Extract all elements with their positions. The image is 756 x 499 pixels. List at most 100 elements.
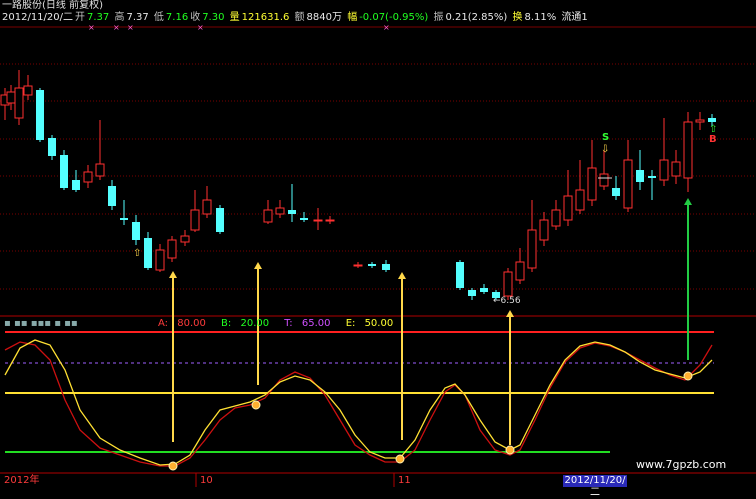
indicator-e: E: 50.00 — [345, 318, 394, 329]
top-marker: × — [383, 23, 390, 32]
watermark: www.7gpzb.com — [636, 458, 727, 471]
candle-body — [155, 249, 165, 271]
candle-body — [190, 209, 200, 231]
amplitude-value: 0.21(2.85%) — [445, 12, 508, 23]
amount-value: 8840万 — [306, 12, 342, 23]
candle-body — [623, 159, 633, 209]
low-value: 7.16 — [165, 12, 189, 23]
amount-label: 额 — [294, 12, 305, 23]
candle-body — [132, 222, 140, 240]
axis-month-11: 11 — [398, 475, 411, 486]
top-marker: × — [88, 23, 95, 32]
candle-body — [515, 261, 525, 281]
amplitude-label: 振 — [433, 12, 444, 23]
candle-body — [368, 264, 376, 266]
indicator-t: T: 65.00 — [284, 318, 331, 329]
candle-body — [23, 85, 33, 96]
candle-body — [353, 264, 363, 267]
signal-dot — [683, 371, 693, 381]
candle-body — [48, 138, 56, 156]
candle-body — [120, 218, 128, 220]
candle-body — [575, 189, 585, 211]
candle-body — [551, 209, 561, 227]
candle-body — [671, 161, 681, 177]
cursor-date-box: 2012/11/20/二 — [563, 475, 627, 498]
candle-body — [456, 262, 464, 288]
candle-body — [708, 118, 716, 122]
candle-body — [563, 195, 573, 221]
candle-body — [95, 163, 105, 177]
candle-body — [503, 271, 513, 297]
candle-body — [108, 186, 116, 206]
candle-body — [527, 229, 537, 269]
candle-body — [313, 219, 323, 222]
kline-chart[interactable]: × × × × × ⇧⇩⇧ — [0, 0, 756, 487]
indicator-menu[interactable]: ▪ ▪▪ ▪▪▪ ▪ ▪▪ — [4, 318, 78, 329]
candle-body — [275, 207, 285, 215]
change-label: 幅 — [347, 12, 358, 23]
signal-arrow-head — [254, 262, 262, 269]
signal-dot — [168, 461, 178, 471]
candle-body — [144, 238, 152, 268]
open-label: 开 — [75, 12, 86, 23]
signal-arrow-head — [169, 271, 177, 278]
candle-body — [36, 90, 44, 140]
chart-title: 一路股份(日线 前复权) — [2, 0, 103, 11]
candle-body — [587, 167, 597, 201]
float-label: 流通1 — [561, 12, 588, 23]
high-value: 7.37 — [126, 12, 149, 23]
open-value: 7.37 — [87, 12, 110, 23]
axis-month-10: 10 — [200, 475, 213, 486]
signal-arrow-head — [684, 198, 692, 205]
candle-body — [648, 176, 656, 178]
indicator-a: A: 80.00 — [158, 318, 206, 329]
price-grid: × × × × × — [0, 23, 756, 487]
candle-body — [60, 155, 68, 188]
top-marker: × — [127, 23, 134, 32]
candle-body — [14, 87, 24, 119]
top-marker: × — [113, 23, 120, 32]
candle-body — [612, 188, 620, 196]
signal-dot — [395, 454, 405, 464]
low-label: 低 — [153, 12, 164, 23]
top-marker: × — [197, 23, 204, 32]
candle-body — [300, 218, 308, 220]
indicator-b: B: 20.00 — [221, 318, 270, 329]
candle-body — [468, 290, 476, 296]
volume-label: 量 — [229, 12, 240, 23]
change-value: -0.07(-0.95%) — [359, 12, 429, 23]
candle-body — [216, 208, 224, 232]
candle-body — [202, 199, 212, 215]
signal-dot — [505, 445, 515, 455]
candle-body — [382, 264, 390, 270]
signal-dot — [251, 400, 261, 410]
candle-body — [6, 91, 16, 104]
candle-body — [683, 121, 693, 179]
candlestick-series: ⇧⇩⇧ — [0, 70, 717, 300]
sell-signal-mark: S — [602, 132, 610, 143]
candle-down-marker: ⇩ — [601, 144, 609, 155]
oscillator-yellow-line — [4, 339, 713, 466]
candle-body — [263, 209, 273, 223]
volume-value: 121631.6 — [241, 12, 290, 23]
close-label: 收 — [190, 12, 201, 23]
candle-body — [636, 170, 644, 182]
candle-body — [288, 210, 296, 214]
turnover-label: 换 — [512, 12, 523, 23]
candle-body — [180, 235, 190, 243]
low-price-annotation: ←6.56 — [493, 296, 521, 306]
candle-body — [480, 288, 488, 292]
oscillator-panel — [4, 331, 714, 471]
candle-body — [72, 180, 80, 190]
turnover-value: 8.11% — [524, 12, 557, 23]
candle-body — [539, 219, 549, 241]
buy-signal-mark: B — [709, 134, 717, 145]
quote-bar: 2012/11/20/二开 7.37 高 7.37 低 7.16 收 7.30 量 1216… — [2, 12, 590, 24]
candle-body — [325, 219, 335, 222]
quote-date: 2012/11/20/二 — [2, 12, 74, 23]
close-value: 7.30 — [202, 12, 225, 23]
candle-body — [659, 159, 669, 181]
candle-body — [83, 171, 93, 183]
indicator-legend: A: 80.00 B: 20.00 T: 65.00 E: 50.00 — [158, 318, 405, 330]
candle-up-marker: ⇧ — [133, 248, 141, 259]
